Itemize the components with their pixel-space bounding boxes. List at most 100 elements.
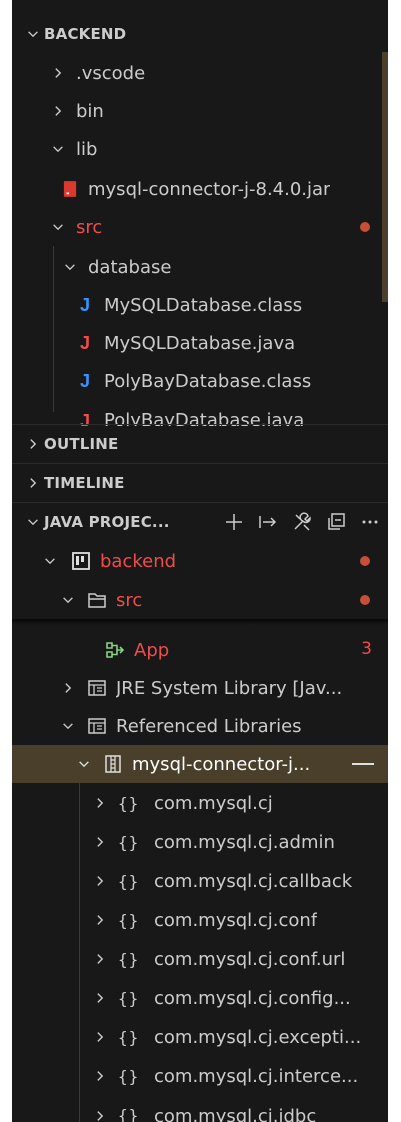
java-projects-toolbar [222,503,382,540]
tree-item-app[interactable]: App 3 [12,631,388,669]
tree-item-label: Referenced Libraries [116,715,302,737]
chevron-down-icon [22,24,44,44]
chevron-right-icon [90,871,110,891]
package-item[interactable]: {} com.mysql.cj.jdbc [12,1096,388,1122]
tree-item-lib[interactable]: lib [12,130,388,168]
package-label: com.mysql.cj.interce... [154,1065,359,1087]
tree-item-label: JRE System Library [Jav... [116,677,343,699]
java-projects-section-header[interactable]: JAVA PROJEC... [12,502,388,540]
timeline-section-title: TIMELINE [44,473,125,492]
java-projects-section-title: JAVA PROJEC... [44,512,170,531]
tree-item-label: backend [100,550,177,572]
tree-item-mysql-class[interactable]: J MySQLDatabase.class [12,286,388,324]
chevron-right-icon [22,473,44,493]
tree-item-label: src [76,216,103,238]
tree-item-database[interactable]: database [12,248,388,286]
package-label: com.mysql.cj.conf.url [154,948,346,970]
tree-item-vscode[interactable]: .vscode [12,54,388,92]
package-label: com.mysql.cj.admin [154,831,335,853]
main-class-icon [104,639,126,661]
chevron-right-icon [90,1066,110,1086]
package-label: com.mysql.cj.conf [154,909,318,931]
chevron-right-icon [90,910,110,930]
package-item[interactable]: {} com.mysql.cj.conf.url [12,940,388,978]
sidebar-panel: BACKEND .vscode bin lib mysql-connector-… [12,0,388,1122]
outline-section-header[interactable]: OUTLINE [12,424,388,462]
tree-item-label: MySQLDatabase.class [104,294,303,316]
package-braces-icon: {} [118,1066,140,1086]
chevron-down-icon [40,551,60,571]
tree-item-jre-library[interactable]: JRE System Library [Jav... [12,669,388,707]
explorer-section-title: BACKEND [44,25,127,43]
package-item[interactable]: {} com.mysql.cj.admin [12,823,388,861]
library-icon [86,715,108,737]
tree-item-label: lib [76,138,98,160]
tree-item-mysql-java[interactable]: J MySQLDatabase.java [12,324,388,362]
chevron-down-icon [48,217,68,237]
tree-item-label: bin [76,100,104,122]
tree-item-label: PolyBayDatabase.class [104,370,312,392]
package-item[interactable]: {} com.mysql.cj.interce... [12,1057,388,1095]
tree-item-polybay-class[interactable]: J PolyBayDatabase.class [12,362,388,400]
modified-dot-icon [360,595,370,605]
tree-item-mysql-connector-jar[interactable]: mysql-connector-j... [12,745,388,783]
chevron-down-icon [48,139,68,159]
tree-item-src-folder[interactable]: src [12,581,388,619]
chevron-right-icon [90,988,110,1008]
library-icon [86,677,108,699]
modified-dot-icon [360,556,370,566]
tree-item-label: src [116,589,143,611]
chevron-down-icon [74,754,94,774]
chevron-right-icon [22,434,44,454]
chevron-right-icon [90,793,110,813]
chevron-down-icon [58,590,78,610]
chevron-right-icon [90,949,110,969]
java-class-icon: J [79,370,90,391]
package-label: com.mysql.cj.jdbc [154,1106,317,1122]
package-label: com.mysql.cj [154,792,273,814]
new-project-plus-icon[interactable] [222,510,246,534]
tree-item-label: database [88,256,172,278]
package-item[interactable]: {} com.mysql.cj.callback [12,862,388,900]
chevron-down-icon [58,716,78,736]
timeline-section-header[interactable]: TIMELINE [12,463,388,501]
package-item[interactable]: {} com.mysql.cj.conf [12,901,388,939]
tree-item-jar[interactable]: mysql-connector-j-8.4.0.jar [12,170,388,208]
package-label: com.mysql.cj.callback [154,870,353,892]
build-tools-icon[interactable] [290,510,314,534]
package-braces-icon: {} [118,910,140,930]
explorer-section-header[interactable]: BACKEND [12,15,388,53]
tree-item-label: mysql-connector-j-8.4.0.jar [88,178,331,200]
collapse-all-icon[interactable] [324,510,348,534]
chevron-down-icon [60,257,80,277]
package-braces-icon: {} [118,793,140,813]
source-folder-icon [86,589,108,611]
package-label: com.mysql.cj.config... [154,987,351,1009]
chevron-right-icon [90,1027,110,1047]
chevron-right-icon [48,101,68,121]
chevron-right-icon [90,832,110,852]
package-braces-icon: {} [118,871,140,891]
tree-item-label: MySQLDatabase.java [104,332,296,354]
tree-item-referenced-libraries[interactable]: Referenced Libraries [12,707,388,745]
package-braces-icon: {} [118,1027,140,1047]
chevron-right-icon [58,678,78,698]
package-item[interactable]: {} com.mysql.cj [12,784,388,822]
tree-item-backend-project[interactable]: backend [12,542,388,580]
package-item[interactable]: {} com.mysql.cj.config... [12,979,388,1017]
modified-dot-icon [360,222,370,232]
package-braces-icon: {} [118,949,140,969]
tree-item-polybay-java[interactable]: J PolyBayDatabase.java [12,400,388,426]
link-with-editor-icon[interactable] [256,510,280,534]
more-actions-icon[interactable] [358,510,382,534]
problems-count-badge: 3 [361,639,372,659]
tree-item-label: .vscode [76,62,146,84]
tree-item-src[interactable]: src [12,208,388,246]
tree-item-label: App [134,639,170,661]
chevron-right-icon [90,1106,110,1122]
tree-item-bin[interactable]: bin [12,92,388,130]
package-label: com.mysql.cj.excepti... [154,1026,362,1048]
package-item[interactable]: {} com.mysql.cj.excepti... [12,1018,388,1056]
jar-archive-icon [102,753,124,775]
package-braces-icon: {} [118,988,140,1008]
